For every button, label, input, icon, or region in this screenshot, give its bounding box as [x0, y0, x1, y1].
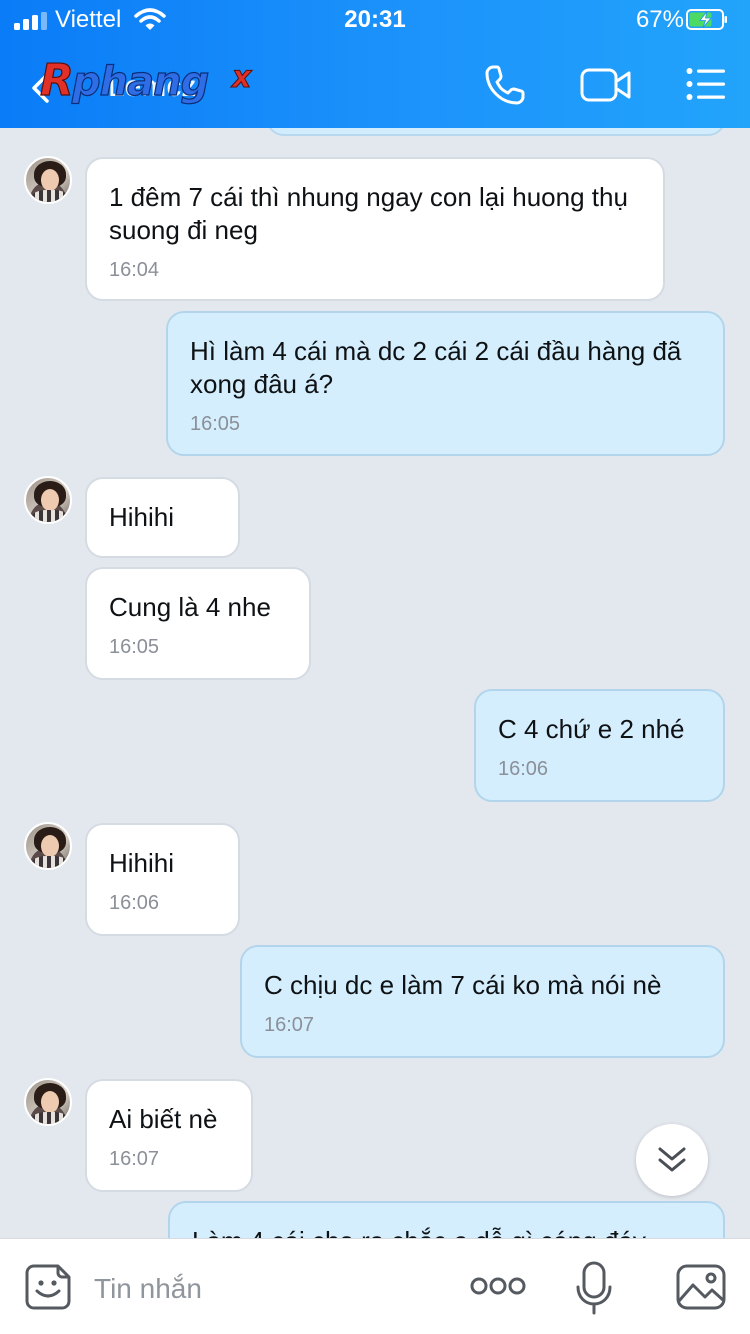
watermark-logo: R phang x: [39, 54, 253, 105]
message-time: 16:04: [109, 259, 160, 281]
battery-charging-icon: [686, 9, 727, 30]
list-menu-icon[interactable]: [686, 67, 726, 101]
phone-icon[interactable]: [484, 64, 526, 106]
scroll-to-bottom-button[interactable]: [636, 1124, 708, 1196]
message-text: 1 đêm 7 cái thì nhung ngay con lại huong…: [109, 182, 628, 245]
nav-bar: Lemcz R phang x: [0, 40, 750, 128]
message-text: Hihihi: [109, 848, 175, 878]
chat-header: Viettel 20:31 67% Lemcz R phang x: [0, 0, 750, 128]
outgoing-message-bubble[interactable]: C 4 chứ e 2 nhé 16:06: [474, 689, 725, 802]
svg-text:phang: phang: [71, 59, 209, 105]
battery-percentage: 67%: [635, 6, 684, 33]
chat-screen: Viettel 20:31 67% Lemcz R phang x 1 đêm …: [0, 0, 750, 1334]
avatar[interactable]: [24, 822, 72, 870]
message-list[interactable]: 1 đêm 7 cái thì nhung ngay con lại huong…: [0, 128, 750, 1238]
message-time: 16:05: [190, 413, 241, 435]
outgoing-message-bubble[interactable]: Hì làm 4 cái mà dc 2 cái 2 cái đầu hàng …: [166, 311, 725, 456]
more-dots-icon[interactable]: [470, 1275, 526, 1297]
message-time: 16:06: [498, 758, 549, 780]
message-text: Hì làm 4 cái mà dc 2 cái 2 cái đầu hàng …: [190, 336, 682, 399]
microphone-icon[interactable]: [576, 1261, 612, 1315]
message-text: C 4 chứ e 2 nhé: [498, 714, 685, 744]
emoji-sticker-icon[interactable]: [24, 1263, 72, 1311]
double-chevron-down-icon: [658, 1147, 686, 1172]
avatar[interactable]: [24, 476, 72, 524]
message-text: Ai biết nè: [109, 1104, 218, 1134]
incoming-message-bubble[interactable]: Hihihi: [85, 477, 240, 558]
message-text: Làm 4 cái cho ra chắc e dễ gì cáng đáy: [192, 1225, 701, 1238]
previous-message-bubble[interactable]: [266, 128, 726, 136]
message-text: Cung là 4 nhe: [109, 592, 271, 622]
svg-text:x: x: [230, 60, 253, 95]
status-bar: Viettel 20:31 67%: [0, 0, 750, 40]
message-text: C chịu dc e làm 7 cái ko mà nói nè: [264, 970, 662, 1000]
svg-text:R: R: [40, 55, 74, 105]
message-text: Hihihi: [109, 502, 175, 532]
incoming-message-bubble[interactable]: Cung là 4 nhe 16:05: [85, 567, 311, 680]
incoming-message-bubble[interactable]: 1 đêm 7 cái thì nhung ngay con lại huong…: [85, 157, 665, 301]
outgoing-message-bubble[interactable]: Làm 4 cái cho ra chắc e dễ gì cáng đáy: [168, 1201, 725, 1238]
outgoing-message-bubble[interactable]: C chịu dc e làm 7 cái ko mà nói nè 16:07: [240, 945, 725, 1058]
message-time: 16:06: [109, 892, 160, 914]
message-time: 16:07: [109, 1148, 160, 1170]
message-input-bar: [0, 1238, 750, 1334]
image-gallery-icon[interactable]: [676, 1263, 726, 1311]
avatar[interactable]: [24, 1078, 72, 1126]
video-camera-icon[interactable]: [580, 66, 632, 104]
message-time: 16:07: [264, 1014, 315, 1036]
avatar[interactable]: [24, 156, 72, 204]
incoming-message-bubble[interactable]: Hihihi 16:06: [85, 823, 240, 936]
message-input[interactable]: [94, 1269, 434, 1309]
incoming-message-bubble[interactable]: Ai biết nè 16:07: [85, 1079, 253, 1192]
message-time: 16:05: [109, 636, 160, 658]
